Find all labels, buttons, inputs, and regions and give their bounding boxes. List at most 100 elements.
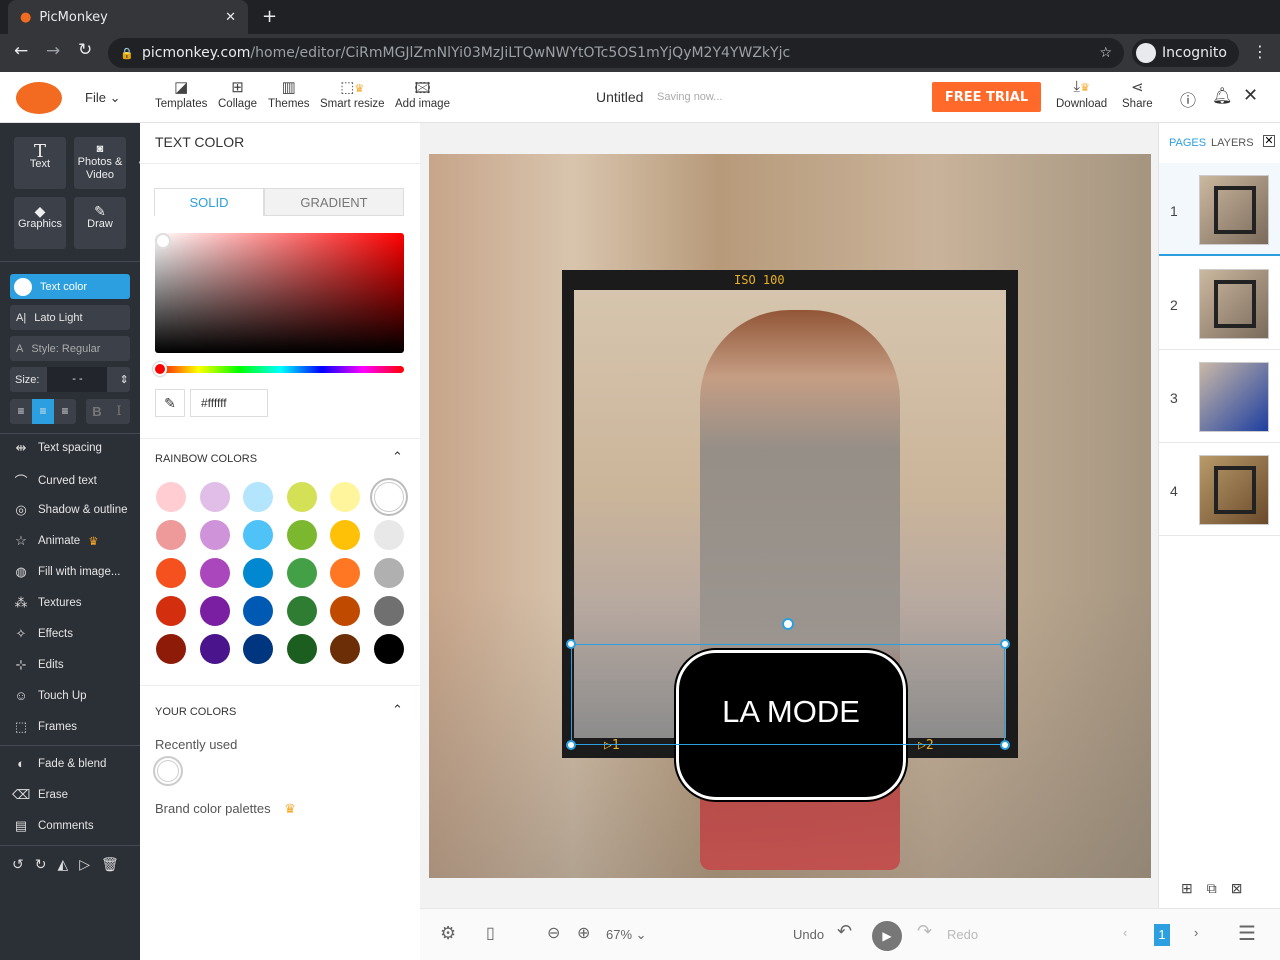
hue-slider[interactable] bbox=[153, 362, 404, 376]
current-page[interactable]: 1 bbox=[1154, 924, 1170, 946]
menu-text-spacing[interactable]: ⇹ Text spacing bbox=[12, 440, 102, 456]
star-icon[interactable]: ☆ bbox=[1099, 45, 1112, 61]
menu-icon[interactable]: ⋮ bbox=[1252, 42, 1268, 61]
file-menu[interactable]: File ⌄ bbox=[85, 90, 120, 106]
forward-icon[interactable]: → bbox=[46, 41, 60, 61]
browser-tab[interactable]: ● PicMonkey ✕ bbox=[8, 0, 248, 34]
color-swatch[interactable] bbox=[156, 596, 186, 626]
reload-icon[interactable]: ↻ bbox=[78, 40, 92, 60]
page-thumb-4[interactable]: 4 bbox=[1159, 443, 1280, 536]
share-button[interactable]: ⋖ Share bbox=[1122, 78, 1153, 110]
hue-handle[interactable] bbox=[153, 362, 167, 376]
close-tab-icon[interactable]: ✕ bbox=[225, 10, 236, 25]
color-swatch[interactable] bbox=[286, 634, 317, 664]
color-swatch[interactable] bbox=[373, 634, 404, 664]
themes-button[interactable]: ▥ Themes bbox=[268, 78, 310, 110]
notifications-icon[interactable]: 🔔︎ bbox=[1212, 86, 1232, 105]
add-image-button[interactable]: 🖾 Add image bbox=[395, 78, 450, 110]
undo-button[interactable]: Undo bbox=[793, 927, 824, 942]
align-center-icon[interactable]: ≡ bbox=[32, 399, 54, 424]
zoom-in-icon[interactable]: ⊕ bbox=[577, 923, 590, 943]
color-swatch[interactable] bbox=[243, 596, 273, 626]
bold-button[interactable]: B bbox=[86, 399, 108, 424]
layers-icon[interactable]: ☰ bbox=[1238, 921, 1256, 946]
color-swatch[interactable] bbox=[199, 596, 230, 626]
new-tab-icon[interactable]: + bbox=[262, 6, 277, 27]
templates-button[interactable]: ◪ Templates bbox=[155, 78, 207, 110]
rotate-handle[interactable] bbox=[782, 618, 794, 630]
download-button[interactable]: ⤓♛ Download bbox=[1056, 78, 1107, 110]
italic-button[interactable]: I bbox=[108, 399, 130, 424]
color-swatch[interactable] bbox=[243, 558, 273, 588]
settings-icon[interactable]: ⚙ bbox=[440, 923, 456, 944]
redo-button[interactable]: Redo bbox=[947, 927, 978, 942]
size-stepper-icon[interactable]: ⇕ bbox=[119, 373, 128, 386]
menu-erase[interactable]: ⌫ Erase bbox=[12, 787, 68, 803]
color-swatch[interactable] bbox=[199, 520, 230, 550]
brand-palettes-link[interactable]: Brand color palettes ♛ bbox=[155, 801, 296, 817]
page-thumb-2[interactable]: 2 bbox=[1159, 257, 1280, 350]
recent-color-white[interactable] bbox=[153, 756, 183, 786]
resize-handle[interactable] bbox=[566, 639, 576, 649]
back-icon[interactable]: ← bbox=[14, 41, 28, 61]
menu-edits[interactable]: ⊹ Edits bbox=[12, 657, 64, 673]
color-swatch[interactable] bbox=[286, 558, 317, 588]
menu-animate[interactable]: ☆ Animate ♛ bbox=[12, 533, 98, 549]
text-tool-button[interactable]: T Text bbox=[14, 137, 66, 189]
collage-button[interactable]: ⊞ Collage bbox=[218, 78, 257, 110]
redo-icon[interactable]: ↻ bbox=[35, 856, 47, 873]
color-swatch[interactable] bbox=[156, 634, 186, 664]
color-swatch[interactable] bbox=[243, 634, 273, 664]
size-input[interactable]: - - bbox=[47, 367, 108, 392]
color-swatch[interactable] bbox=[156, 558, 186, 588]
prev-page-icon[interactable]: ‹ bbox=[1123, 925, 1127, 940]
color-swatch[interactable] bbox=[286, 482, 317, 512]
draw-button[interactable]: ✎ Draw bbox=[74, 197, 126, 249]
collapse-your-colors-icon[interactable]: ⌃ bbox=[392, 702, 403, 718]
color-swatch[interactable] bbox=[199, 634, 230, 664]
align-right-icon[interactable]: ≡ bbox=[54, 399, 76, 424]
picker-handle[interactable] bbox=[155, 233, 171, 249]
font-select[interactable]: A| Lato Light bbox=[10, 305, 130, 330]
profile-button[interactable]: Incognito bbox=[1132, 39, 1239, 67]
close-editor-icon[interactable]: ✕ bbox=[1243, 85, 1258, 106]
zoom-out-icon[interactable]: ⊖ bbox=[547, 923, 560, 943]
tab-layers[interactable]: LAYERS bbox=[1211, 137, 1254, 149]
next-page-icon[interactable]: › bbox=[1194, 925, 1198, 940]
photos-video-button[interactable]: ◙ Photos & Video bbox=[74, 137, 126, 189]
eyedropper-button[interactable]: ✎ bbox=[155, 389, 185, 417]
color-picker-area[interactable] bbox=[155, 233, 404, 353]
collapse-rainbow-icon[interactable]: ⌃ bbox=[392, 449, 403, 465]
graphics-button[interactable]: ◆ Graphics bbox=[14, 197, 66, 249]
color-swatch[interactable] bbox=[199, 558, 230, 588]
smart-resize-button[interactable]: ⬚♛ Smart resize bbox=[320, 78, 385, 110]
menu-effects[interactable]: ✧ Effects bbox=[12, 626, 73, 642]
picmonkey-logo[interactable] bbox=[16, 82, 62, 114]
menu-touch-up[interactable]: ☺ Touch Up bbox=[12, 688, 86, 703]
tab-solid[interactable]: SOLID bbox=[154, 188, 264, 216]
color-swatch[interactable] bbox=[373, 596, 404, 626]
text-color-button[interactable]: Text color bbox=[10, 274, 130, 299]
color-swatch[interactable] bbox=[243, 482, 273, 512]
page-thumb-3[interactable]: 3 bbox=[1159, 350, 1280, 443]
color-swatch[interactable] bbox=[330, 558, 360, 588]
color-swatch[interactable] bbox=[373, 558, 404, 588]
delete-icon[interactable]: 🗑︎ bbox=[101, 856, 119, 873]
redo-arrow-icon[interactable]: ↷ bbox=[917, 921, 932, 942]
add-page-icon[interactable]: ⊞ bbox=[1181, 880, 1193, 897]
color-swatch[interactable] bbox=[243, 520, 273, 550]
flip-icon[interactable]: ◭ bbox=[57, 856, 68, 873]
url-input[interactable]: 🔒 picmonkey.com/home/editor/CiRmMGJlZmNl… bbox=[108, 38, 1124, 68]
color-swatch[interactable] bbox=[330, 634, 360, 664]
tab-pages[interactable]: PAGES bbox=[1169, 137, 1206, 149]
menu-comments[interactable]: ▤ Comments bbox=[12, 818, 94, 834]
color-swatch[interactable] bbox=[156, 520, 186, 550]
free-trial-button[interactable]: FREE TRIAL bbox=[932, 82, 1041, 112]
color-swatch[interactable] bbox=[199, 482, 230, 512]
menu-textures[interactable]: ⁂ Textures bbox=[12, 595, 82, 611]
resize-handle[interactable] bbox=[1000, 740, 1010, 750]
color-swatch[interactable] bbox=[373, 520, 404, 550]
menu-fill-image[interactable]: ◍ Fill with image... bbox=[12, 564, 120, 580]
hex-input[interactable]: #ffffff bbox=[190, 389, 268, 417]
close-panel-icon[interactable]: ✕ bbox=[1263, 135, 1275, 147]
